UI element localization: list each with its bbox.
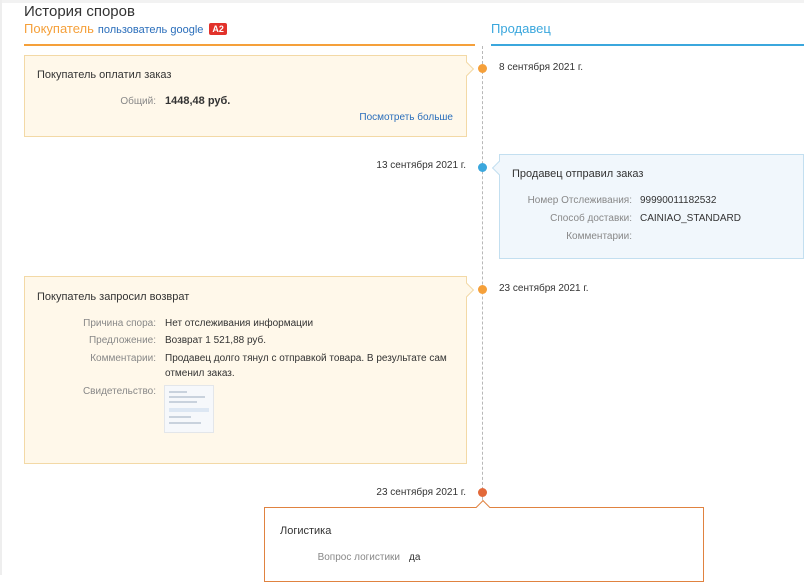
refund-card-pointer [459,282,475,298]
delivery-label: Способ доставки: [550,213,632,224]
view-more-link[interactable]: Посмотреть больше [359,112,453,123]
buyer-column-underline [24,44,475,46]
refund-title: Покупатель запросил возврат [37,291,190,303]
shipment-card: Продавец отправил заказ Номер Отслеживан… [491,154,804,259]
payment-total-label: Общий: [120,96,156,107]
left-divider [0,0,2,575]
shipment-date: 13 сентября 2021 г. [376,160,466,171]
seller-column-underline [491,44,804,46]
offer-value: Возврат 1 521,88 руб. [165,335,267,346]
refund-comments-value: Продавец долго тянул с отправкой товара.… [165,353,447,379]
payment-total-value: 1448,48 руб. [165,95,231,107]
payment-card: Покупатель оплатил заказ Общий: 1448,48 … [24,55,475,137]
tracking-value: 99990011182532 [640,195,717,206]
logistics-question-label: Вопрос логистики [317,552,400,563]
shipment-card-pointer [491,160,507,176]
page-title: История споров [24,3,135,20]
reason-value: Нет отслеживания информации [165,318,314,329]
payment-title: Покупатель оплатил заказ [37,69,172,81]
timeline-dot-logistics [478,488,487,497]
logistics-card-pointer [475,499,491,515]
buyer-label: Покупатель [24,21,94,36]
delivery-value: CAINIAO_STANDARD [640,213,741,224]
logistics-card: Логистика Вопрос логистики да [264,499,704,582]
shipment-comments-label: Комментарии: [566,231,632,242]
logistics-question-value: да [409,552,421,563]
payment-date: 8 сентября 2021 г. [499,62,584,73]
buyer-user-link[interactable]: пользователь google [98,24,204,36]
refund-comments-label: Комментарии: [90,353,156,364]
payment-card-pointer [459,61,475,77]
logistics-title: Логистика [280,525,332,537]
refund-date: 23 сентября 2021 г. [499,283,589,294]
logistics-date: 23 сентября 2021 г. [376,487,466,498]
offer-label: Предложение: [88,335,156,346]
timeline-dot-payment [478,64,487,73]
tracking-label: Номер Отслеживания: [527,195,632,206]
buyer-column-header: Покупатель пользователь google A2 [24,21,227,36]
buyer-level-badge: A2 [209,23,227,35]
reason-label: Причина спора: [83,318,156,329]
shipment-title: Продавец отправил заказ [512,168,644,180]
timeline-dot-refund [478,285,487,294]
refund-card: Покупатель запросил возврат Причина спор… [24,276,475,464]
evidence-thumbnail[interactable] [164,385,214,433]
timeline-dot-shipment [478,163,487,172]
seller-column-header: Продавец [491,21,551,36]
evidence-label: Свидетельство: [82,386,156,397]
